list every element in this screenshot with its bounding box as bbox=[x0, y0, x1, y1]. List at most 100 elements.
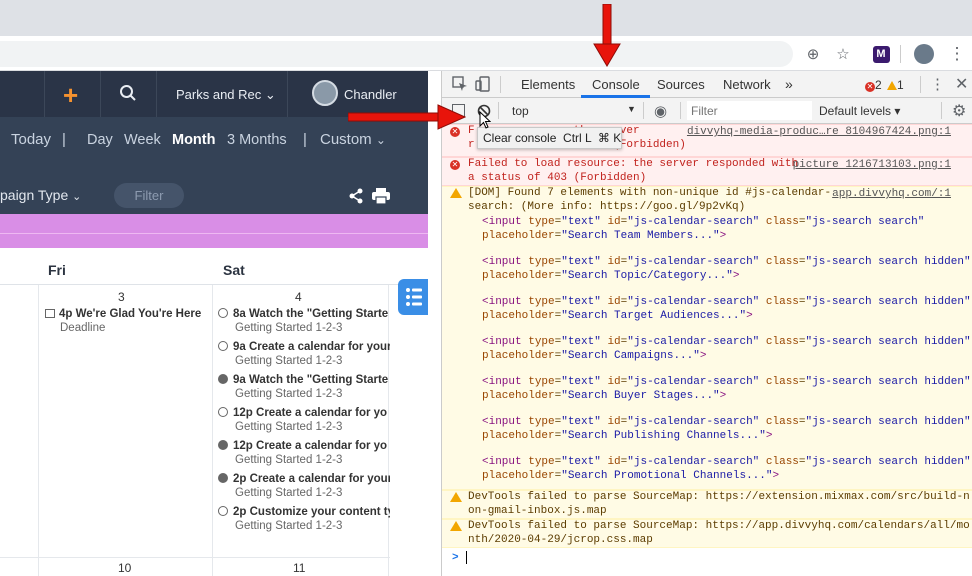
calendar-event[interactable]: 9a Create a calendar for your Getting Sta… bbox=[218, 340, 390, 368]
add-icon[interactable]: + bbox=[63, 80, 78, 111]
calendar-event[interactable]: 2p Customize your content ty Getting Star… bbox=[218, 505, 390, 533]
event-subtitle: Getting Started 1-2-3 bbox=[235, 322, 343, 334]
grid-line bbox=[212, 285, 213, 576]
more-tabs-button[interactable]: » bbox=[785, 76, 793, 92]
avatar[interactable] bbox=[312, 80, 338, 106]
circle-icon[interactable] bbox=[218, 308, 228, 318]
element-snippet[interactable]: <input type="text" id="js-calendar-searc… bbox=[482, 216, 967, 243]
console-toolbar: top ▼ ◉ Default levels ▾ ⚙ bbox=[442, 98, 972, 124]
event-subtitle: Getting Started 1-2-3 bbox=[235, 421, 343, 433]
tab-console[interactable]: Console bbox=[592, 77, 640, 92]
duplicate-elements-list: <input type="text" id="js-calendar-searc… bbox=[468, 216, 971, 483]
day-view-button[interactable]: Day bbox=[87, 132, 113, 148]
campaign-band bbox=[0, 214, 428, 248]
star-icon[interactable]: ☆ bbox=[830, 41, 856, 67]
inspect-element-icon[interactable] bbox=[452, 76, 468, 95]
element-snippet[interactable]: <input type="text" id="js-calendar-searc… bbox=[482, 256, 971, 283]
calendar-event[interactable]: 8a Watch the "Getting Starte Getting Star… bbox=[218, 307, 390, 335]
event-title: Create a calendar for your bbox=[249, 473, 390, 485]
week-view-button[interactable]: Week bbox=[124, 132, 161, 148]
extension-icon[interactable]: M bbox=[868, 41, 894, 67]
today-button[interactable]: Today bbox=[11, 131, 51, 148]
annotation-arrow-right-icon bbox=[348, 104, 466, 130]
calendar-event[interactable]: 9a Watch the "Getting Starte Getting Star… bbox=[218, 373, 390, 401]
source-link[interactable]: app.divvyhq.com/:1 bbox=[832, 188, 951, 202]
zoom-icon[interactable]: ⊕ bbox=[800, 41, 826, 67]
event-title: Watch the "Getting Starte bbox=[249, 308, 389, 320]
context-selector[interactable]: top bbox=[512, 104, 529, 118]
campaign-type-filter[interactable]: paign Type ⌄ bbox=[0, 187, 81, 203]
event-line: 2p Create a calendar for your bbox=[218, 472, 390, 486]
settings-gear-icon[interactable]: ⚙ bbox=[952, 101, 966, 121]
issue-counter[interactable]: ✕ 2 1 bbox=[865, 78, 904, 92]
element-markup: <input type="text" id="js-calendar-searc… bbox=[482, 416, 971, 428]
element-snippet[interactable]: <input type="text" id="js-calendar-searc… bbox=[482, 376, 971, 403]
element-placeholder: placeholder="Search Topic/Category..."> bbox=[482, 269, 740, 282]
console-error: ✕ Failed to load resource: the server re… bbox=[442, 157, 972, 186]
view-bar: Today | Day Week Month 3 Months | Custom… bbox=[0, 117, 428, 223]
console-prompt-icon: > bbox=[452, 552, 459, 564]
element-markup: <input type="text" id="js-calendar-searc… bbox=[482, 376, 971, 388]
tab-network[interactable]: Network bbox=[723, 77, 771, 92]
element-snippet[interactable]: <input type="text" id="js-calendar-searc… bbox=[482, 416, 971, 443]
circle-icon[interactable] bbox=[218, 341, 228, 351]
element-snippet[interactable]: <input type="text" id="js-calendar-searc… bbox=[482, 296, 971, 323]
element-markup: <input type="text" id="js-calendar-searc… bbox=[482, 216, 925, 228]
address-bar[interactable] bbox=[0, 41, 793, 67]
checked-circle-icon[interactable] bbox=[218, 473, 228, 483]
more-options-icon[interactable]: ⋮ bbox=[930, 75, 945, 93]
chevron-down-icon[interactable]: ▼ bbox=[627, 104, 636, 114]
log-levels-dropdown[interactable]: Default levels ▾ bbox=[819, 104, 900, 118]
console-warning: DevTools failed to parse SourceMap: http… bbox=[442, 490, 972, 519]
share-icon[interactable] bbox=[348, 188, 364, 209]
element-snippet[interactable]: <input type="text" id="js-calendar-searc… bbox=[482, 336, 971, 363]
element-placeholder: placeholder="Search Publishing Channels.… bbox=[482, 429, 773, 442]
deadline-icon bbox=[45, 309, 55, 318]
event-subtitle: Getting Started 1-2-3 bbox=[235, 520, 343, 532]
user-name[interactable]: Chandler bbox=[344, 87, 397, 102]
tab-elements[interactable]: Elements bbox=[521, 77, 575, 92]
source-link[interactable]: picture 1216713103.png:1 bbox=[793, 159, 951, 173]
message-text: DevTools failed to parse SourceMap: http… bbox=[468, 491, 970, 503]
calendar-event[interactable]: 4p We're Glad You're Here Deadline bbox=[45, 307, 205, 335]
event-title: Create a calendar for yo bbox=[256, 440, 388, 452]
list-view-tab[interactable] bbox=[398, 279, 428, 315]
search-icon[interactable] bbox=[119, 84, 137, 107]
nav-divider bbox=[287, 71, 288, 117]
calendar-event[interactable]: 12p Create a calendar for yo Getting Star… bbox=[218, 439, 390, 467]
console-filter-input[interactable] bbox=[687, 101, 812, 120]
error-count: 2 bbox=[875, 78, 882, 92]
circle-icon[interactable] bbox=[218, 407, 228, 417]
mouse-cursor-icon bbox=[479, 111, 491, 129]
tab-sources[interactable]: Sources bbox=[657, 77, 705, 92]
workspace-menu[interactable]: Parks and Rec ⌄ bbox=[176, 87, 276, 103]
warning-icon bbox=[887, 81, 898, 90]
checked-circle-icon[interactable] bbox=[218, 440, 228, 450]
menu-icon[interactable]: ⋮ bbox=[944, 41, 970, 67]
event-line: 2p Customize your content ty bbox=[218, 505, 390, 519]
element-markup: <input type="text" id="js-calendar-searc… bbox=[482, 456, 971, 468]
console-warning: [DOM] Found 7 elements with non-unique i… bbox=[442, 186, 972, 490]
calendar-event[interactable]: 2p Create a calendar for your Getting Sta… bbox=[218, 472, 390, 500]
custom-view-button[interactable]: Custom ⌄ bbox=[320, 131, 386, 148]
message-text: nth/2020-04-29/jcrop.css.map bbox=[468, 533, 653, 546]
print-icon[interactable] bbox=[372, 188, 390, 209]
source-link[interactable]: divvyhq-media-produc…re 8104967424.png:1 bbox=[687, 126, 951, 140]
tab-strip bbox=[0, 0, 972, 36]
event-time: 8a bbox=[233, 308, 246, 320]
element-snippet[interactable]: <input type="text" id="js-calendar-searc… bbox=[482, 456, 971, 483]
calendar-event[interactable]: 12p Create a calendar for yo Getting Star… bbox=[218, 406, 390, 434]
profile-avatar[interactable] bbox=[911, 41, 937, 67]
month-view-button[interactable]: Month bbox=[172, 132, 215, 148]
checked-circle-icon[interactable] bbox=[218, 374, 228, 384]
eye-icon[interactable]: ◉ bbox=[654, 102, 667, 120]
close-icon[interactable]: ✕ bbox=[955, 74, 968, 94]
console-input[interactable] bbox=[466, 550, 966, 566]
chevron-down-icon: ⌄ bbox=[264, 87, 276, 102]
circle-icon[interactable] bbox=[218, 506, 228, 516]
spacer bbox=[0, 248, 428, 256]
three-months-view-button[interactable]: 3 Months bbox=[227, 132, 287, 148]
filter-input[interactable]: Filter bbox=[114, 183, 184, 208]
console-output: ✕ F the server r f 403 (Forbidden) divvy… bbox=[442, 124, 972, 576]
device-toolbar-icon[interactable] bbox=[475, 76, 491, 95]
